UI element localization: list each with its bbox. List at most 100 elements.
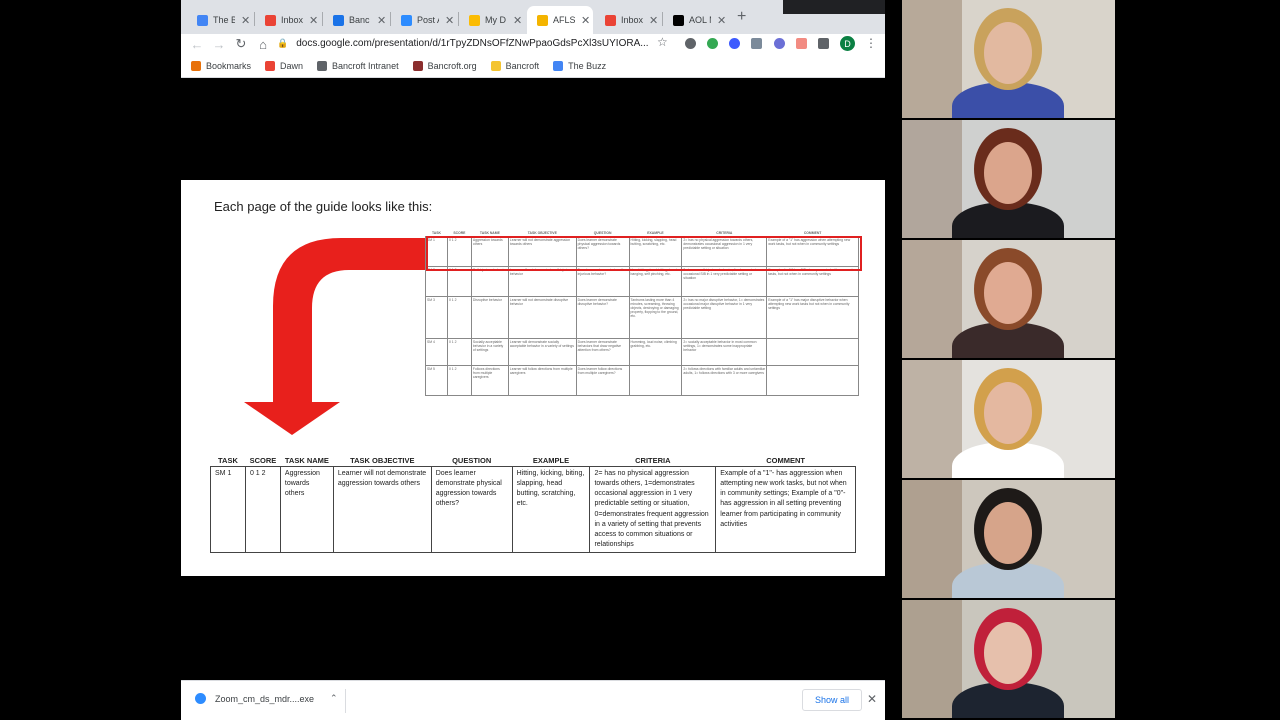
screen: The B ✕ Inbox ✕ Banc ✕ Post A ✕ My D ✕ AFLS ✕ Inbox ✕… (0, 0, 1280, 720)
bookmark-item[interactable]: Bookmarks (191, 60, 252, 71)
puzzle-icon[interactable] (818, 38, 829, 49)
column-header: SCORE (245, 455, 281, 467)
tab-label: My D (485, 15, 506, 25)
tab-7[interactable]: AOL M ✕ (663, 6, 729, 34)
tab-label: Post A (417, 15, 439, 25)
drive-extension-icon[interactable] (707, 38, 718, 49)
address-bar[interactable]: 🔒 docs.google.com/presentation/d/1rTpyZD… (277, 34, 677, 52)
browser-toolbar: ← → ↻ ⌂ 🔒 docs.google.com/presentation/d… (181, 34, 885, 54)
table-cell: SM 4 (425, 338, 448, 366)
cell-task: SM 1 (210, 465, 246, 554)
participant-face (984, 382, 1032, 444)
tab-close-icon[interactable]: ✕ (649, 14, 658, 27)
table-cell: 2= has no major disruptive behavior, 1= … (681, 296, 768, 339)
enlarged-task-table: TASK SCORE TASK NAME TASK OBJECTIVE QUESTION… (210, 455, 856, 554)
tab-close-icon[interactable]: ✕ (309, 14, 318, 27)
tab-close-icon[interactable]: ✕ (581, 14, 590, 27)
zoom-file-icon (195, 693, 206, 704)
bookmark-item[interactable]: Bancroft Intranet (317, 60, 399, 71)
extension-icon[interactable] (796, 38, 807, 49)
table-cell: Disruptive behavior (470, 296, 509, 339)
bookmark-item[interactable]: Bancroft.org (412, 60, 477, 71)
table-cell: Hand biting, head hitting, head banging,… (628, 266, 683, 297)
reload-icon[interactable]: ↻ (230, 36, 252, 52)
table-cell: Does learner follow directions from mult… (575, 365, 630, 396)
table-cell: Example of a "1" has SIB when presented … (766, 266, 859, 297)
extension-icon[interactable] (685, 38, 696, 49)
extension-icon[interactable] (729, 38, 740, 49)
tab-5[interactable]: AFLS ✕ (527, 6, 593, 34)
participant-face (984, 22, 1032, 84)
zoom-icon (401, 14, 412, 26)
home-icon[interactable]: ⌂ (252, 37, 274, 52)
tab-4[interactable]: My D ✕ (459, 6, 525, 34)
download-item[interactable]: Zoom_cm_ds_mdr....exe ⌃ (195, 693, 338, 704)
back-icon[interactable]: ← (186, 37, 208, 52)
tab-close-icon[interactable]: ✕ (513, 14, 522, 27)
participant-video-tile[interactable] (902, 600, 1115, 718)
tab-close-icon[interactable]: ✕ (377, 14, 386, 27)
slides-icon (537, 14, 548, 26)
table-cell: Does learner demonstrate behaviors that … (575, 338, 630, 366)
table-cell: 2= socially acceptable behavior in most … (681, 338, 768, 366)
bookmark-label: Bancroft (505, 60, 540, 71)
bookmark-label: Dawn (280, 60, 304, 71)
calendar-icon (333, 14, 344, 26)
table-cell: Does learner demonstrate self-injurious … (575, 266, 630, 297)
tab-3[interactable]: Post A ✕ (391, 6, 457, 34)
bookmark-item[interactable]: The Buzz (553, 60, 606, 71)
tab-close-icon[interactable]: ✕ (445, 14, 454, 27)
download-bar: Zoom_cm_ds_mdr....exe ⌃ Show all ✕ (181, 680, 885, 720)
table-row: SM 40 1 2 Socially acceptable behavior in… (425, 338, 859, 366)
tab-label: AOL M (689, 15, 711, 25)
participant-face (984, 622, 1032, 684)
tab-close-icon[interactable]: ✕ (717, 14, 726, 27)
table-cell: Learner will not demonstrate disruptive … (507, 296, 577, 339)
chevron-up-icon[interactable]: ⌃ (330, 693, 338, 704)
forward-icon[interactable]: → (208, 37, 230, 52)
extension-icon[interactable] (751, 38, 762, 49)
participant-video-tile[interactable] (902, 0, 1115, 118)
participant-video-tile[interactable] (902, 360, 1115, 478)
tab-close-icon[interactable]: ✕ (241, 14, 250, 27)
table-cell: Follows directions from multiple caregiv… (470, 365, 509, 396)
cell-score: 0 1 2 (244, 465, 281, 554)
close-icon[interactable]: ✕ (867, 692, 877, 706)
url-text: docs.google.com/presentation/d/1rTpyZDNs… (296, 37, 649, 49)
menu-dots-icon[interactable]: ⋮ (865, 36, 877, 50)
cell-question: Does learner demonstrate physical aggres… (430, 465, 513, 554)
download-filename: Zoom_cm_ds_mdr....exe (215, 693, 315, 704)
tab-label: Banc (349, 15, 370, 25)
table-row: SM 1 0 1 2 Aggression towards others Lea… (210, 465, 856, 554)
table-cell: Learner will demonstrate socially accept… (507, 338, 577, 366)
bookmark-item[interactable]: Dawn (265, 60, 304, 71)
bookmark-star-icon[interactable]: ☆ (657, 35, 668, 49)
table-cell: Learner will follow directions from mult… (507, 365, 577, 396)
bookmarks-icon (191, 60, 201, 71)
table-row: SM 30 1 2 Disruptive behavior Learner will… (425, 296, 859, 339)
column-header: QUESTION (431, 455, 513, 467)
show-all-button[interactable]: Show all (802, 689, 862, 711)
tab-label: The B (213, 15, 235, 25)
bookmark-label: Bancroft Intranet (332, 60, 399, 71)
gear-extension-icon[interactable] (774, 38, 785, 49)
profile-avatar[interactable]: D (840, 36, 855, 51)
cell-comment: Example of a "1"- has aggression when at… (715, 465, 856, 554)
lock-icon: 🔒 (277, 37, 289, 48)
column-header: TASK NAME (280, 455, 334, 467)
participant-video-tile[interactable] (902, 120, 1115, 238)
participant-face (984, 262, 1032, 324)
tab-2[interactable]: Banc ✕ (323, 6, 389, 34)
participant-gallery (902, 0, 1115, 720)
participant-video-tile[interactable] (902, 480, 1115, 598)
bookmark-item[interactable]: Bancroft (490, 60, 540, 71)
participant-video-tile[interactable] (902, 240, 1115, 358)
tab-1[interactable]: Inbox ✕ (255, 6, 321, 34)
gmail-icon (605, 14, 616, 26)
bookmark-label: Bookmarks (206, 60, 252, 71)
new-tab-icon[interactable]: + (737, 8, 746, 26)
globe-icon (317, 60, 328, 71)
cell-task-name: Aggression towards others (279, 465, 334, 554)
tab-6[interactable]: Inbox ✕ (595, 6, 661, 34)
tab-0[interactable]: The B ✕ (187, 6, 253, 34)
